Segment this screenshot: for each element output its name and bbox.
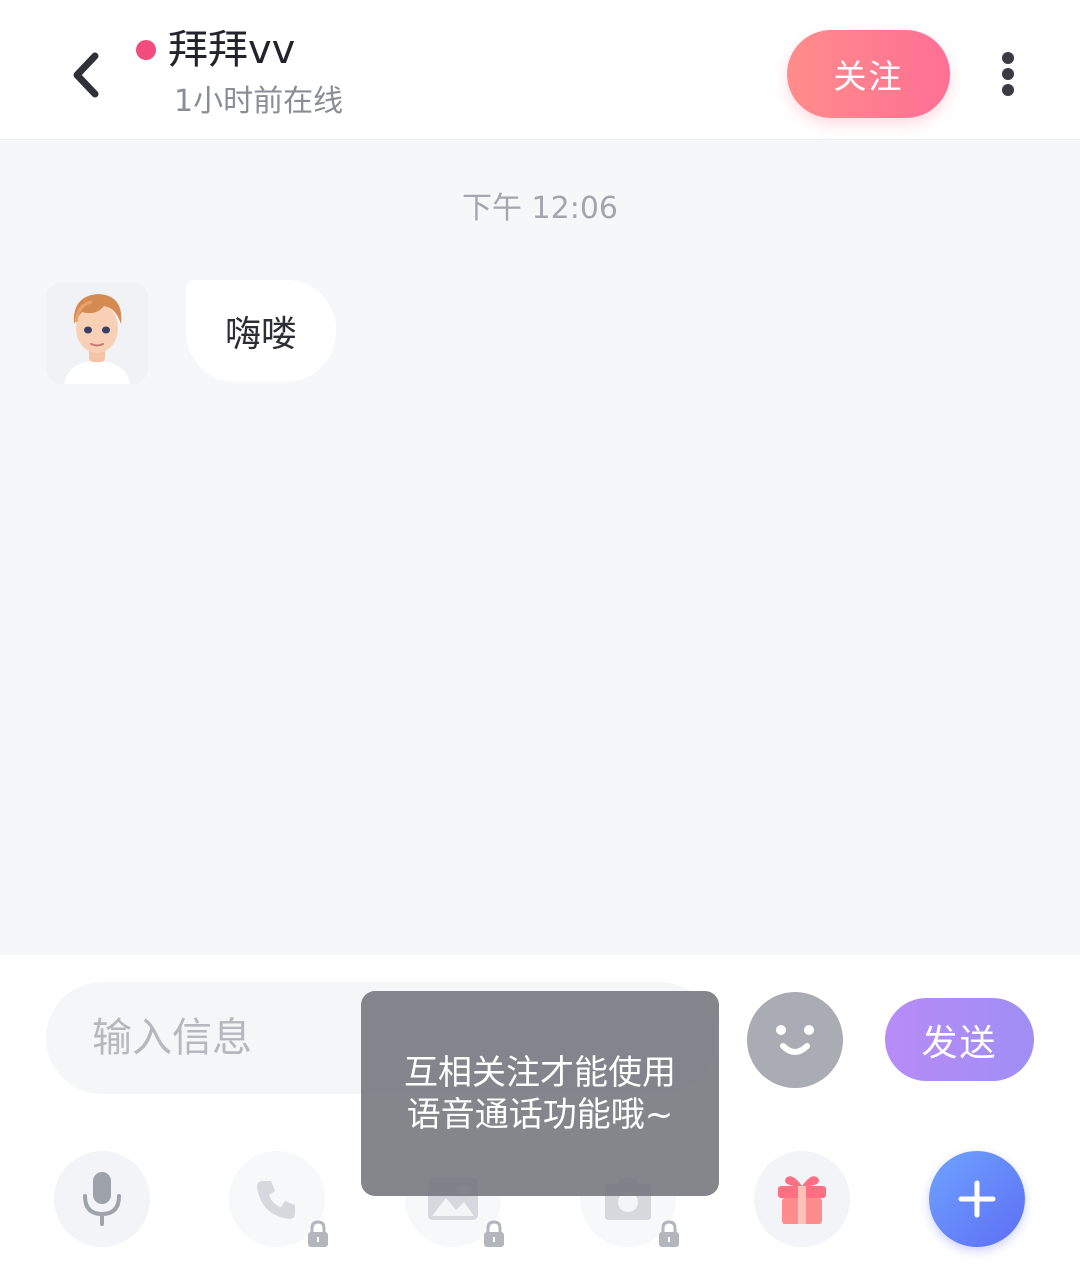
follow-button[interactable]: 关注 <box>787 30 950 118</box>
more-dot-icon <box>1002 68 1014 80</box>
chevron-left-icon <box>73 52 99 98</box>
contact-name[interactable]: 拜拜vv <box>168 22 295 78</box>
message-bubble[interactable]: 嗨喽 <box>186 280 336 382</box>
contact-avatar[interactable] <box>46 282 148 384</box>
smiley-icon <box>776 1025 814 1055</box>
phone-icon <box>257 1181 295 1219</box>
emoji-button[interactable] <box>747 992 843 1088</box>
gift-button[interactable] <box>754 1151 850 1247</box>
back-button[interactable] <box>56 40 116 110</box>
lock-icon <box>659 1220 679 1247</box>
voice-message-button[interactable] <box>54 1151 150 1247</box>
toast-text: 互相关注才能使用语音通话功能哦~ <box>404 1052 676 1135</box>
toast-message: 互相关注才能使用语音通话功能哦~ <box>361 991 719 1196</box>
voice-call-button[interactable] <box>229 1151 328 1247</box>
lock-icon <box>484 1220 504 1247</box>
chat-header: 拜拜vv 1小时前在线 关注 <box>0 0 1080 140</box>
last-seen-status: 1小时前在线 <box>174 84 344 119</box>
lock-icon <box>308 1220 328 1247</box>
microphone-icon <box>83 1172 121 1226</box>
message-text: 嗨喽 <box>224 314 297 355</box>
plus-icon <box>958 1180 996 1218</box>
more-dot-icon <box>1002 84 1014 96</box>
more-tools-button[interactable] <box>929 1151 1025 1247</box>
avatar-portrait-icon <box>46 282 148 384</box>
online-status-dot <box>136 40 156 60</box>
message-timestamp: 下午 12:06 <box>462 191 618 226</box>
more-options-button[interactable] <box>990 46 1026 102</box>
send-button[interactable]: 发送 <box>885 998 1034 1081</box>
more-dot-icon <box>1002 52 1014 64</box>
gift-icon <box>778 1176 826 1224</box>
